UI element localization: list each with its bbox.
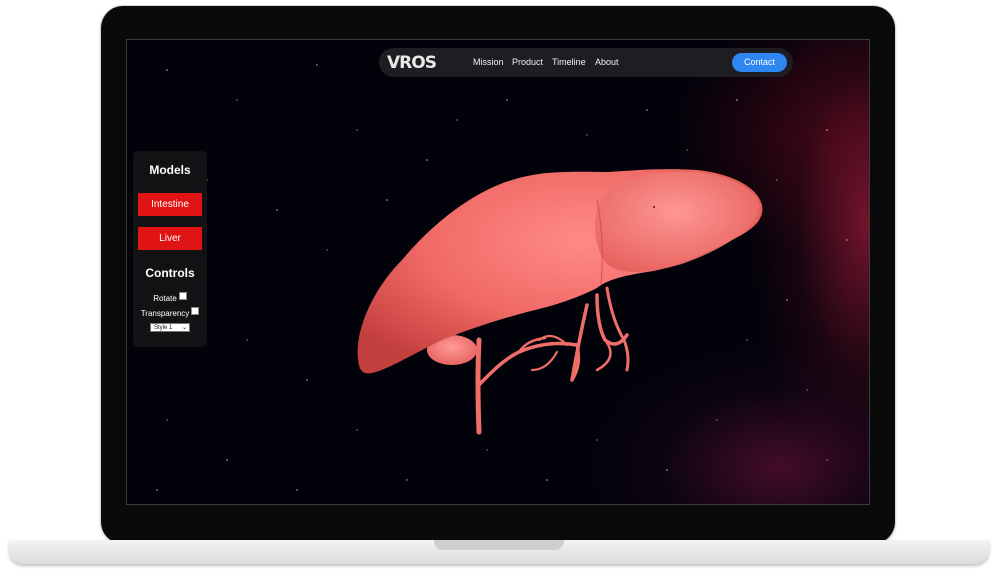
transparency-control: Transparency <box>133 307 207 319</box>
rotate-control: Rotate <box>133 292 207 304</box>
vros-logo[interactable]: VROS <box>387 53 443 73</box>
laptop-notch <box>434 540 564 550</box>
liver-model-button[interactable]: Liver <box>138 227 202 250</box>
top-navbar: VROS Mission Product Timeline About Cont… <box>379 48 793 77</box>
liver-right-lobe-shape <box>594 171 759 272</box>
chevron-down-icon: ⌄ <box>181 325 187 331</box>
models-heading: Models <box>149 163 191 177</box>
model-controls-panel: Models Intestine Liver Controls Rotate T… <box>133 151 207 347</box>
transparency-label: Transparency <box>140 309 190 318</box>
rotate-checkbox[interactable] <box>178 292 187 300</box>
contact-button[interactable]: Contact <box>732 53 787 72</box>
liver-3d-model[interactable] <box>127 40 870 505</box>
nav-link-about[interactable]: About <box>595 57 619 67</box>
nav-link-mission[interactable]: Mission <box>473 57 504 67</box>
intestine-model-button[interactable]: Intestine <box>138 193 202 216</box>
nav-link-timeline[interactable]: Timeline <box>552 57 586 67</box>
nav-link-product[interactable]: Product <box>512 57 543 67</box>
style-select[interactable]: Style 1 ⌄ <box>150 323 190 332</box>
viewport-canvas[interactable]: VROS Mission Product Timeline About Cont… <box>126 39 870 505</box>
controls-heading: Controls <box>145 266 195 280</box>
style-select-value: Style 1 <box>154 325 173 331</box>
rotate-label: Rotate <box>153 294 177 303</box>
transparency-checkbox[interactable] <box>191 307 200 315</box>
